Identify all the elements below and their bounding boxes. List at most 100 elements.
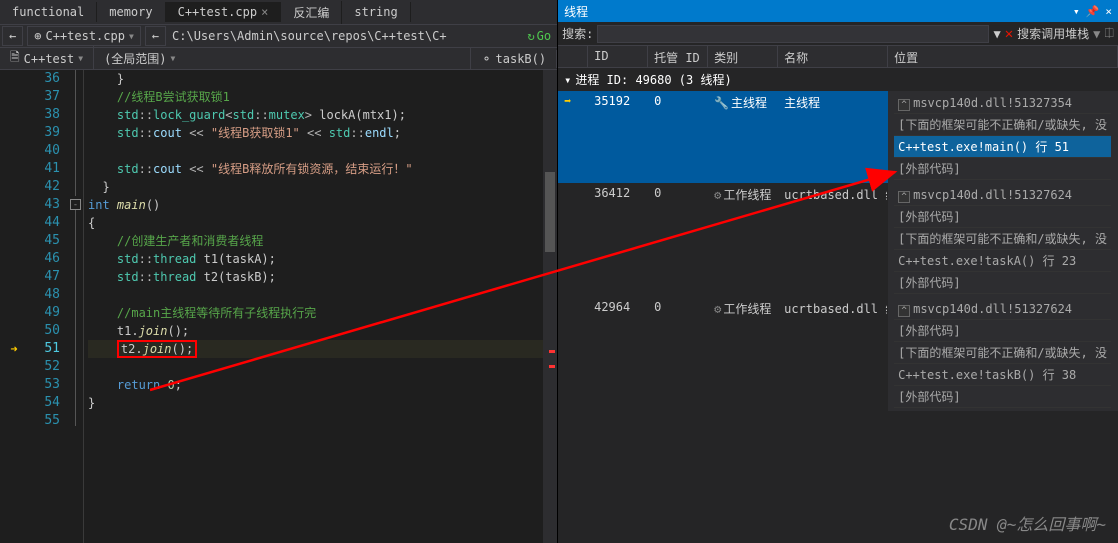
stack-frame[interactable]: [外部代码] bbox=[894, 320, 1111, 342]
clear-search-button[interactable]: ✕ bbox=[1005, 26, 1013, 42]
chevron-down-icon: ▼ bbox=[129, 32, 134, 41]
code-line[interactable]: std::cout << "线程B释放所有锁资源，结束运行！" bbox=[88, 160, 543, 178]
code-line[interactable]: t2.join(); bbox=[88, 340, 543, 358]
editor-tab[interactable]: 反汇编 bbox=[281, 1, 342, 24]
stack-frame[interactable]: C++test.exe!taskA() 行 23 bbox=[894, 250, 1111, 272]
go-button[interactable]: ↻ Go bbox=[521, 27, 557, 45]
stack-frame[interactable]: [下面的框架可能不正确和/或缺失, 没 bbox=[894, 228, 1111, 250]
back-button[interactable]: ← bbox=[2, 26, 23, 46]
line-number: 46 bbox=[28, 250, 60, 268]
thread-id: 35192 bbox=[588, 91, 648, 183]
line-number: 50 bbox=[28, 322, 60, 340]
thread-row[interactable]: ➡351920🔧主线程主线程^msvcp140d.dll!51327354[下面… bbox=[558, 91, 1118, 183]
search-dropdown-icon[interactable]: ▼ bbox=[993, 27, 1000, 41]
code-line[interactable]: //创建生产者和消费者线程 bbox=[88, 232, 543, 250]
thread-cat: 🔧主线程 bbox=[708, 91, 778, 183]
stack-frame[interactable]: [外部代码] bbox=[894, 158, 1111, 180]
editor-tab[interactable]: string bbox=[342, 2, 410, 22]
code-line[interactable]: } bbox=[88, 394, 543, 412]
code-line[interactable]: } bbox=[88, 178, 543, 196]
expand-icon[interactable]: ^ bbox=[898, 305, 910, 317]
file-dropdown[interactable]: ⊕ C++test.cpp ▼ bbox=[27, 26, 141, 46]
col-name[interactable]: 名称 bbox=[778, 46, 888, 67]
editor-tab[interactable]: functional bbox=[0, 2, 97, 22]
code-line[interactable]: { bbox=[88, 214, 543, 232]
chevron-down-icon: ▼ bbox=[171, 54, 176, 63]
path-input[interactable]: C:\Users\Admin\source\repos\C++test\C+ bbox=[168, 27, 521, 45]
col-flag[interactable] bbox=[558, 46, 588, 67]
stack-frame[interactable]: [下面的框架可能不正确和/或缺失, 没 bbox=[894, 342, 1111, 364]
col-id[interactable]: ID bbox=[588, 46, 648, 67]
code-line[interactable]: int main() bbox=[88, 196, 543, 214]
thread-id: 36412 bbox=[588, 183, 648, 297]
stack-frame[interactable]: [外部代码] bbox=[894, 272, 1111, 294]
fold-toggle[interactable]: - bbox=[70, 199, 81, 210]
code-line[interactable] bbox=[88, 142, 543, 160]
col-mid[interactable]: 托管 ID bbox=[648, 46, 708, 67]
group-icon[interactable]: ⎅ bbox=[1104, 26, 1114, 41]
line-number: 52 bbox=[28, 358, 60, 376]
thread-search-input[interactable] bbox=[597, 25, 989, 43]
filter-icon[interactable]: ▼ bbox=[1093, 27, 1100, 41]
line-number: 53 bbox=[28, 376, 60, 394]
line-number: 48 bbox=[28, 286, 60, 304]
close-icon[interactable]: × bbox=[1105, 5, 1112, 18]
close-icon[interactable]: × bbox=[261, 5, 268, 19]
stack-frame[interactable]: [外部代码] bbox=[894, 206, 1111, 228]
scrollbar-marker bbox=[549, 365, 555, 368]
expand-icon[interactable]: ^ bbox=[898, 99, 910, 111]
line-number: 40 bbox=[28, 142, 60, 160]
scope-label: C++test bbox=[24, 52, 75, 66]
file-drop-label: C++test.cpp bbox=[45, 29, 124, 43]
thread-row[interactable]: 429640⚙工作线程ucrtbased.dll 线程^msvcp140d.dl… bbox=[558, 297, 1118, 411]
editor-tab[interactable]: C++test.cpp× bbox=[166, 2, 282, 22]
code-line[interactable]: } bbox=[88, 70, 543, 88]
fn-scope[interactable]: (全局范围) ▼ bbox=[94, 48, 471, 69]
history-back[interactable]: ← bbox=[145, 26, 166, 46]
code-line[interactable]: std::lock_guard<std::mutex> lockA(mtx1); bbox=[88, 106, 543, 124]
stack-frame[interactable]: C++test.exe!main() 行 51 bbox=[894, 136, 1111, 158]
expand-icon[interactable]: ^ bbox=[898, 191, 910, 203]
scope-breadcrumb: 🗎 C++test ▼ (全局范围) ▼ ⚬ taskB() bbox=[0, 48, 557, 70]
thread-row[interactable]: 364120⚙工作线程ucrtbased.dll 线程^msvcp140d.dl… bbox=[558, 183, 1118, 297]
code-editor[interactable]: ➜ 36373839404142434445464748495051525354… bbox=[0, 70, 557, 543]
code-line[interactable]: t1.join(); bbox=[88, 322, 543, 340]
col-cat[interactable]: 类别 bbox=[708, 46, 778, 67]
code-line[interactable]: std::thread t2(taskB); bbox=[88, 268, 543, 286]
thread-list: ➡351920🔧主线程主线程^msvcp140d.dll!51327354[下面… bbox=[558, 91, 1118, 543]
col-loc[interactable]: 位置 bbox=[888, 46, 1118, 67]
pin-icon[interactable]: 📌 bbox=[1086, 5, 1100, 18]
stack-frame[interactable]: ^msvcp140d.dll!51327624 bbox=[894, 300, 1111, 320]
code-line[interactable]: return 0; bbox=[88, 376, 543, 394]
code-line[interactable]: //线程B尝试获取锁1 bbox=[88, 88, 543, 106]
process-row[interactable]: ▾ 进程 ID: 49680 (3 线程) bbox=[558, 68, 1118, 91]
thread-mid: 0 bbox=[648, 297, 708, 411]
editor-tabs: functionalmemoryC++test.cpp×反汇编string bbox=[0, 0, 557, 24]
stack-frame[interactable]: ^msvcp140d.dll!51327354 bbox=[894, 94, 1111, 114]
fn-scope-label: (全局范围) bbox=[104, 50, 166, 67]
line-number: 49 bbox=[28, 304, 60, 322]
thread-cat: ⚙工作线程 bbox=[708, 297, 778, 411]
callstack-search-label: 搜索调用堆栈 bbox=[1017, 25, 1089, 42]
stack-frame[interactable]: [下面的框架可能不正确和/或缺失, 没 bbox=[894, 114, 1111, 136]
editor-tab[interactable]: memory bbox=[97, 2, 165, 22]
code-line[interactable] bbox=[88, 412, 543, 430]
code-line[interactable] bbox=[88, 286, 543, 304]
line-number: 37 bbox=[28, 88, 60, 106]
stack-frame[interactable]: [外部代码] bbox=[894, 386, 1111, 408]
code-line[interactable]: std::thread t1(taskA); bbox=[88, 250, 543, 268]
stack-frame[interactable]: ^msvcp140d.dll!51327624 bbox=[894, 186, 1111, 206]
scrollbar-thumb[interactable] bbox=[545, 172, 555, 252]
collapse-icon[interactable]: ▾ bbox=[564, 73, 571, 87]
code-line[interactable]: std::cout << "线程B获取锁1" << std::endl; bbox=[88, 124, 543, 142]
thread-cat-icon: ⚙ bbox=[714, 302, 721, 316]
project-scope[interactable]: 🗎 C++test ▼ bbox=[0, 46, 94, 71]
code-line[interactable]: //main主线程等待所有子线程执行完 bbox=[88, 304, 543, 322]
editor-scrollbar[interactable] bbox=[543, 70, 557, 543]
thread-name: ucrtbased.dll 线程 bbox=[778, 183, 888, 297]
stack-frame[interactable]: C++test.exe!taskB() 行 38 bbox=[894, 364, 1111, 386]
fn-dropdown[interactable]: ⚬ taskB() bbox=[471, 50, 557, 68]
dropdown-icon[interactable]: ▾ bbox=[1073, 5, 1080, 18]
code-line[interactable] bbox=[88, 358, 543, 376]
thread-location: ^msvcp140d.dll!51327624[外部代码][下面的框架可能不正确… bbox=[888, 183, 1118, 297]
